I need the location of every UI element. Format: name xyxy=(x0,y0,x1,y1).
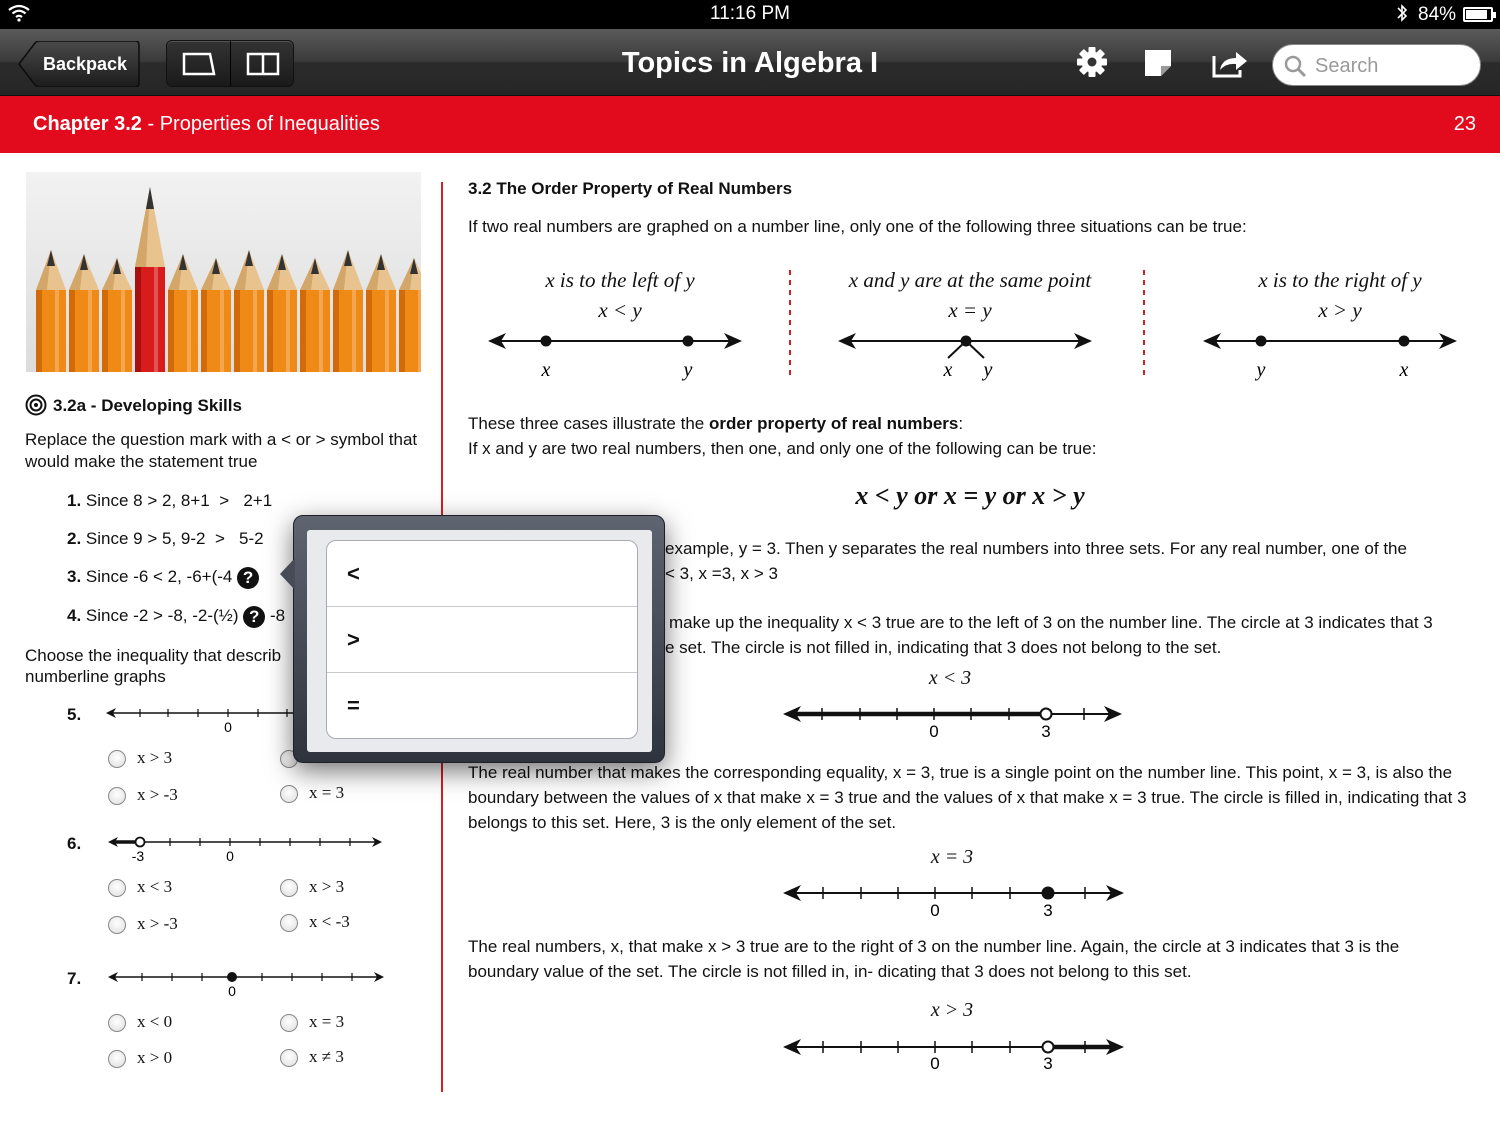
option-less-than[interactable]: < xyxy=(327,541,637,607)
nl3-tick-3: 3 xyxy=(1043,1054,1052,1073)
q5-tick-0: 0 xyxy=(224,719,232,735)
case-2-number-line: x y xyxy=(838,333,1092,381)
case-3-label-b: x xyxy=(1399,359,1409,381)
q7-number-line: 0 xyxy=(108,972,384,999)
nl2-filled-circle xyxy=(1041,886,1055,900)
case-2-label-a: x xyxy=(943,359,953,381)
nl1-number-line: 0 3 xyxy=(783,706,1122,741)
nl2-tick-3: 3 xyxy=(1043,901,1052,920)
case-3-point-b xyxy=(1398,335,1410,347)
popover-content: < > = xyxy=(307,530,652,752)
case-1-point-a xyxy=(540,335,552,347)
case-1-label-b: y xyxy=(682,359,693,381)
case-3-number-line: y x xyxy=(1203,333,1457,381)
case-3-label-a: y xyxy=(1255,359,1266,381)
symbol-options-list: < > = xyxy=(326,540,638,739)
nl2-number-line: 0 3 xyxy=(783,885,1124,920)
case-3-point-a xyxy=(1255,335,1267,347)
case-1-point-b xyxy=(682,335,694,347)
nl1-open-circle xyxy=(1039,707,1053,721)
nl2-tick-0: 0 xyxy=(930,901,939,920)
symbol-picker-popover: < > = xyxy=(280,515,665,763)
q7-filled-circle xyxy=(227,972,237,982)
case-1-label-a: x xyxy=(541,359,551,381)
option-greater-than[interactable]: > xyxy=(327,607,637,673)
q6-tick-neg3: -3 xyxy=(132,848,145,864)
q6-open-circle xyxy=(134,836,146,848)
nl3-open-circle xyxy=(1041,1040,1055,1054)
nl1-tick-3: 3 xyxy=(1041,722,1050,741)
popover-arrow xyxy=(280,558,295,590)
case-1-number-line: x y xyxy=(488,333,742,381)
nl3-number-line: 0 3 xyxy=(783,1039,1124,1073)
q6-tick-0: 0 xyxy=(226,848,234,864)
option-equals[interactable]: = xyxy=(327,673,637,738)
q5-number-line: 0 xyxy=(106,708,300,735)
number-lines-layer: x y x y y x 0 3 0 3 0 3 0 -3 0 0 xyxy=(106,270,1457,1073)
nl3-tick-0: 0 xyxy=(930,1054,939,1073)
q7-tick-0: 0 xyxy=(228,983,236,999)
nl1-tick-0: 0 xyxy=(929,722,938,741)
case-2-label-b: y xyxy=(982,359,993,381)
q6-number-line: -3 0 xyxy=(108,836,382,864)
